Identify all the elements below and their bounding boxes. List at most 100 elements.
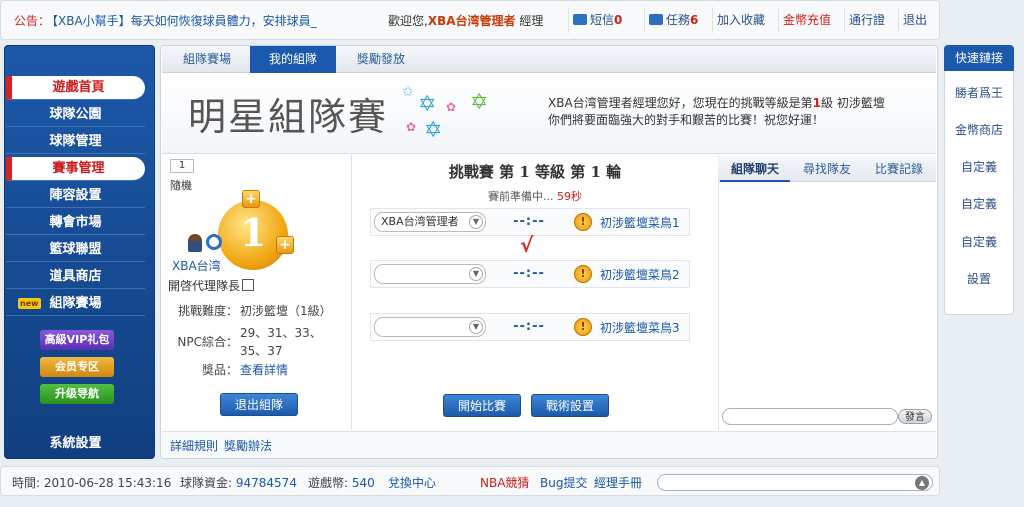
notice-label: 公告： <box>14 14 51 28</box>
send-message-button[interactable]: 發言 <box>898 409 932 424</box>
npc-icon: ! <box>574 318 592 336</box>
favorite-button[interactable]: 加入收藏 <box>712 7 765 33</box>
search-go-icon[interactable]: ▲ <box>915 476 929 490</box>
difficulty-label: 挑戰難度： <box>177 304 238 318</box>
quick-link-gold-shop[interactable]: 金幣商店 <box>944 121 1014 138</box>
plus-icon[interactable]: + <box>242 190 260 208</box>
manager-manual-link[interactable]: 經理手冊 <box>594 474 642 491</box>
player-select-value: XBA台湾管理者 <box>381 215 459 228</box>
banner-message: XBA台湾管理者經理您好，您現在的挑戰等級是第1級 初涉籃壇 你們將要面臨強大的對… <box>548 95 928 129</box>
reward-rules-link[interactable]: 獎勵辦法 <box>224 437 272 454</box>
member-zone-button[interactable]: 会员专区 <box>40 357 114 377</box>
tab-match-records[interactable]: 比賽記錄 <box>864 156 934 182</box>
difficulty-value: 初涉籃壇（1級） <box>240 304 332 318</box>
challenge-title: 挑戰賽 第 1 等級 第 1 輪 <box>448 163 622 181</box>
player-select[interactable]: ▼ <box>374 317 486 337</box>
star-icon: ✿ <box>406 120 417 134</box>
round-number: 1 <box>170 159 194 173</box>
reward-details-link[interactable]: 查看詳情 <box>240 361 288 378</box>
task-count: 6 <box>690 13 699 27</box>
task-button[interactable]: 任務6 <box>644 7 698 33</box>
manager-name[interactable]: XBA台湾管理者 <box>428 14 516 28</box>
npc-opponent-link[interactable]: 初涉籃壇菜鳥1 <box>600 214 680 231</box>
funds-value: 94784574 <box>235 476 297 490</box>
plus-icon[interactable]: + <box>276 236 294 254</box>
chevron-down-icon: ▼ <box>469 267 483 281</box>
nav-item-shop[interactable]: 道具商店 <box>6 265 145 289</box>
mail-button[interactable]: 短信0 <box>568 7 622 33</box>
tab-find-teammates[interactable]: 尋找隊友 <box>792 156 862 182</box>
exit-team-button[interactable]: 退出組隊 <box>220 393 298 416</box>
proxy-captain-label: 開啓代理隊長 <box>168 279 241 293</box>
tab-team-chat[interactable]: 組隊聊天 <box>720 156 790 182</box>
banner-level: 1 <box>812 96 822 110</box>
mail-label: 短信 <box>590 13 615 27</box>
bottom-links-bar <box>162 431 936 458</box>
pass-button[interactable]: 通行證 <box>844 7 885 33</box>
tab-team-arena[interactable]: 組隊賽場 <box>164 46 250 73</box>
quick-links-title: 快速鏈接 <box>944 45 1014 71</box>
coins-label: 遊戲幣: <box>308 476 349 490</box>
nav-home[interactable]: 遊戲首頁 <box>6 76 145 100</box>
time-label: 時間: <box>12 476 41 490</box>
quick-link-custom[interactable]: 自定義 <box>944 158 1014 175</box>
quick-link-settings[interactable]: 設置 <box>944 270 1014 287</box>
chat-input[interactable] <box>722 408 898 425</box>
rules-link[interactable]: 詳細規則 <box>170 437 218 454</box>
task-label: 任務 <box>666 13 691 27</box>
chat-panel <box>718 155 936 430</box>
nav-league[interactable]: 籃球聯盟 <box>6 238 145 262</box>
time-value: 2010-06-28 15:43:16 <box>43 476 172 490</box>
nav-transfer-market[interactable]: 轉會市場 <box>6 211 145 235</box>
nav-match-manage[interactable]: 賽事管理 <box>6 157 145 181</box>
npc-icon: ! <box>574 213 592 231</box>
player-select[interactable]: ▼ <box>374 264 486 284</box>
team-name-link[interactable]: XBA台湾 <box>172 257 221 274</box>
quick-link-winner[interactable]: 勝者爲王 <box>944 84 1014 101</box>
match-score: --:-- <box>513 319 545 334</box>
exchange-center-link[interactable]: 兌換中心 <box>388 474 436 491</box>
match-status: 賽前準備中... 59秒 <box>354 188 716 204</box>
chevron-down-icon: ▼ <box>469 320 483 334</box>
banner-title: 明星組隊賽 <box>188 95 389 139</box>
chevron-down-icon: ▼ <box>469 215 483 229</box>
quick-link-custom[interactable]: 自定義 <box>944 195 1014 212</box>
proxy-captain-checkbox[interactable] <box>242 279 254 291</box>
match-score: --:-- <box>513 266 545 281</box>
tab-rewards[interactable]: 獎勵發放 <box>338 46 424 73</box>
coins-value: 540 <box>351 476 375 490</box>
footer-funds: 球隊資金: 94784574 <box>180 474 297 491</box>
system-settings-link[interactable]: 系統設置 <box>10 432 141 451</box>
npc-rating-label: NPC綜合： <box>177 335 238 349</box>
match-score: --:-- <box>513 214 545 229</box>
upgrade-guide-button[interactable]: 升级导航 <box>40 384 114 404</box>
logout-button[interactable]: 退出 <box>898 7 927 33</box>
nav-team-arena[interactable]: new 組隊賽場 <box>6 292 145 316</box>
manager-role: 經理 <box>519 14 544 28</box>
countdown: 59秒 <box>557 190 582 203</box>
ready-check-mark: √ <box>520 233 534 257</box>
footer-time: 時間: 2010-06-28 15:43:16 <box>12 474 171 491</box>
gold-topup-button[interactable]: 金幣充值 <box>778 7 831 33</box>
nba-quiz-link[interactable]: NBA競猜 <box>480 474 529 491</box>
banner-msg-line1: XBA台湾管理者經理您好，您現在的挑戰等級是第 <box>548 96 813 110</box>
npc-icon: ! <box>574 265 592 283</box>
mail-count: 0 <box>614 13 623 27</box>
tab-my-team[interactable]: 我的組隊 <box>250 46 336 73</box>
vip-pack-button[interactable]: 高級VIP礼包 <box>40 330 114 350</box>
footer-search-input[interactable] <box>657 474 933 491</box>
player-select[interactable]: XBA台湾管理者 ▼ <box>374 212 486 232</box>
quick-link-custom[interactable]: 自定義 <box>944 233 1014 250</box>
magnifier-icon[interactable] <box>206 234 222 250</box>
nav-team-park[interactable]: 球隊公園 <box>6 103 145 127</box>
avatar-icon <box>188 234 202 252</box>
npc-opponent-link[interactable]: 初涉籃壇菜鳥3 <box>600 319 680 336</box>
notice-link[interactable]: 【XBA小幫手】每天如何恢復球員體力，安排球員_ <box>46 12 317 29</box>
nav-team-manage[interactable]: 球隊管理 <box>6 130 145 154</box>
tactics-settings-button[interactable]: 戰術設置 <box>531 394 609 417</box>
start-match-button[interactable]: 開始比賽 <box>443 394 521 417</box>
banner-msg-line2: 你們將要面臨強大的對手和艱苦的比賽！祝您好運！ <box>548 113 825 127</box>
bug-report-link[interactable]: Bug提交 <box>540 474 587 491</box>
nav-lineup[interactable]: 陣容設置 <box>6 184 145 208</box>
npc-opponent-link[interactable]: 初涉籃壇菜鳥2 <box>600 266 680 283</box>
